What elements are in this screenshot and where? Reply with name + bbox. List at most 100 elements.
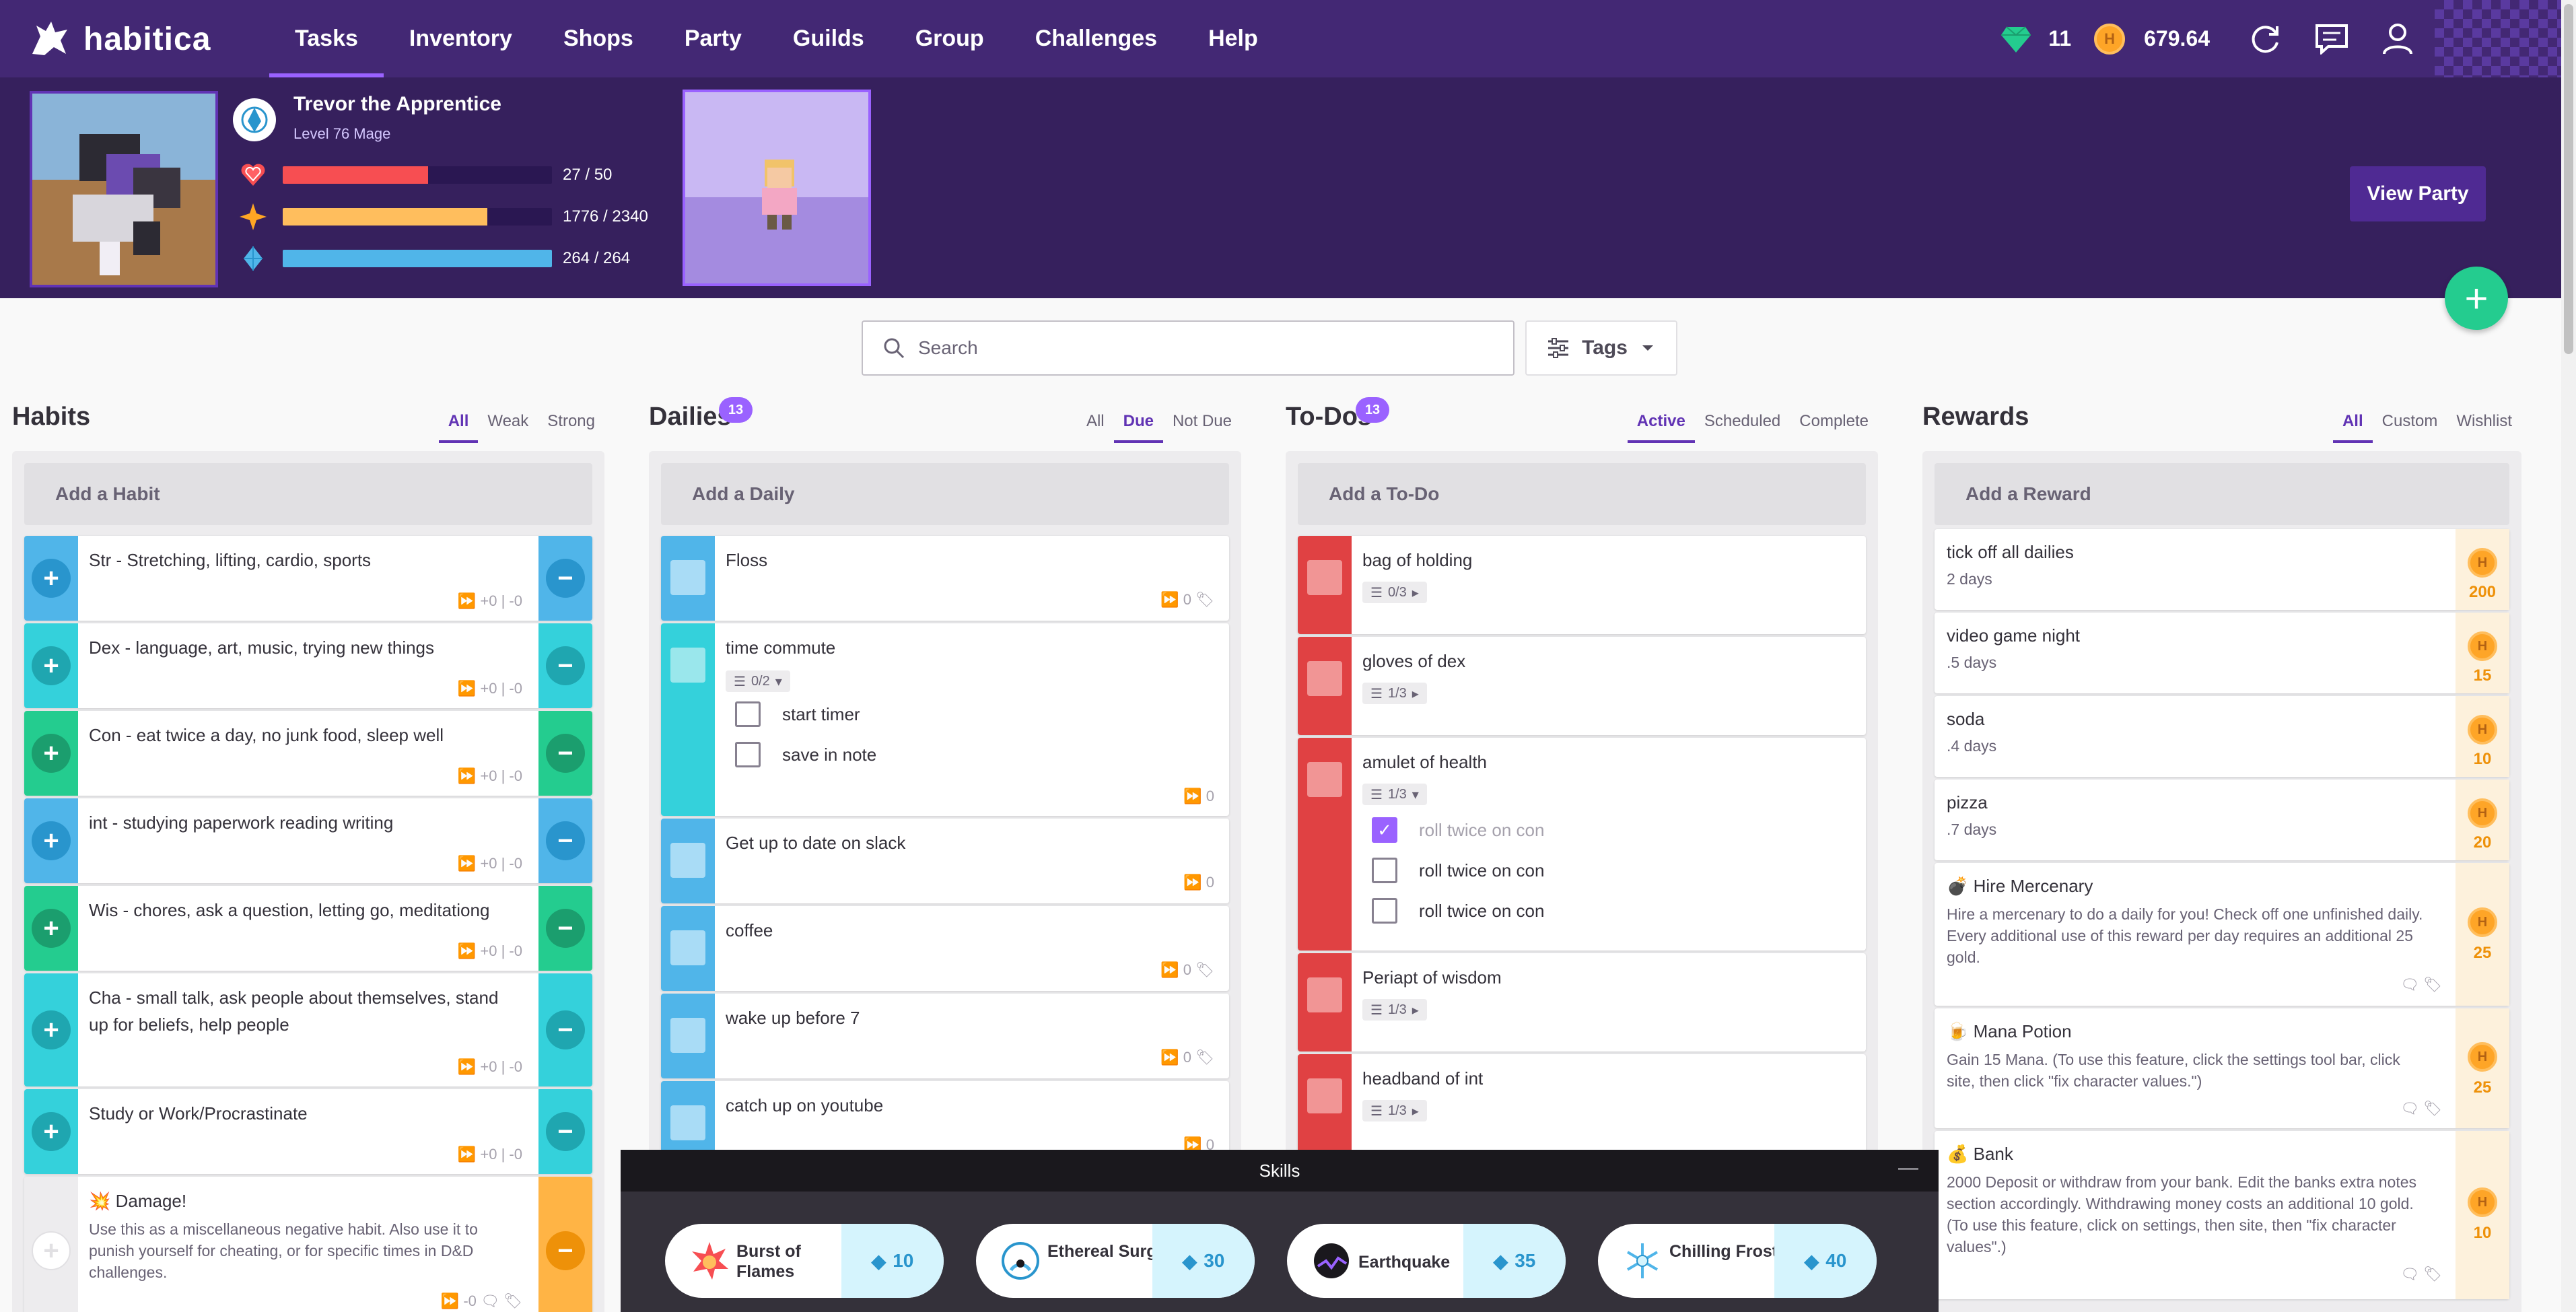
checkbox[interactable] [735, 701, 761, 727]
skill-chilling-frost[interactable]: Chilling Frost ◆ 40 [1598, 1224, 1877, 1298]
add-task-button[interactable]: + [2445, 267, 2508, 330]
daily-checkbox[interactable] [661, 819, 715, 903]
checklist-toggle[interactable]: ☰ 1/3 ▸ [1362, 1100, 1427, 1121]
reward-buy-button[interactable]: H 25 [2456, 863, 2509, 1006]
habit-item[interactable]: + 💥 Damage! Use this as a miscellaneous … [24, 1177, 592, 1312]
nav-challenges[interactable]: Challenges [1010, 0, 1183, 77]
habit-item[interactable]: + Study or Work/Procrastinate ⏩ +0 | -0 … [24, 1089, 592, 1174]
daily-item[interactable]: coffee ⏩ 0 🏷 [661, 906, 1229, 991]
rewards-filter-wishlist[interactable]: Wishlist [2447, 412, 2521, 443]
checklist-item[interactable]: ✓ roll twice on con [1372, 817, 1544, 843]
nav-shops[interactable]: Shops [538, 0, 659, 77]
nav-tasks[interactable]: Tasks [269, 0, 384, 77]
search-input[interactable]: Search [862, 320, 1515, 376]
checklist-item[interactable]: roll twice on con [1372, 858, 1544, 883]
todo-checkbox[interactable] [1298, 1054, 1352, 1152]
habits-filter-strong[interactable]: Strong [538, 412, 604, 443]
todo-checkbox[interactable] [1298, 637, 1352, 735]
minus-icon[interactable]: − [546, 559, 585, 598]
checkbox-checked[interactable]: ✓ [1372, 817, 1397, 843]
minus-icon[interactable]: − [546, 646, 585, 685]
daily-checkbox[interactable] [661, 536, 715, 621]
reward-buy-button[interactable]: H 20 [2456, 780, 2509, 860]
daily-checkbox[interactable] [661, 906, 715, 991]
minus-icon[interactable]: − [546, 734, 585, 773]
plus-icon[interactable]: + [32, 646, 71, 685]
reward-buy-button[interactable]: H 15 [2456, 613, 2509, 693]
user-avatar[interactable] [30, 91, 218, 287]
plus-icon[interactable]: + [32, 734, 71, 773]
checklist-toggle[interactable]: ☰ 0/3 ▸ [1362, 582, 1427, 603]
reward-item[interactable]: 🍺 Mana Potion Gain 15 Mana. (To use this… [1935, 1008, 2509, 1128]
todo-checkbox[interactable] [1298, 738, 1352, 951]
habit-minus-area[interactable]: − [538, 536, 592, 621]
checkbox[interactable] [1372, 858, 1397, 883]
habit-item[interactable]: + Str - Stretching, lifting, cardio, spo… [24, 536, 592, 621]
dailies-filter-all[interactable]: All [1077, 412, 1114, 443]
add-habit-input[interactable]: Add a Habit [24, 463, 592, 525]
habitica-logo[interactable]: habitica [27, 16, 211, 62]
habit-minus-area[interactable]: − [538, 886, 592, 971]
checklist-toggle[interactable]: ☰ 1/3 ▸ [1362, 683, 1427, 704]
checklist-toggle[interactable]: ☰ 0/2 ▾ [726, 670, 790, 692]
habit-item[interactable]: + Cha - small talk, ask people about the… [24, 973, 592, 1086]
daily-item[interactable]: Floss ⏩ 0 🏷 [661, 536, 1229, 621]
plus-icon[interactable]: + [32, 909, 71, 948]
reward-item[interactable]: video game night .5 days H 15 [1935, 613, 2509, 693]
habit-item[interactable]: + int - studying paperwork reading writi… [24, 798, 592, 883]
todo-item[interactable]: gloves of dex ☰ 1/3 ▸ [1298, 637, 1866, 735]
habit-minus-area[interactable]: − [538, 798, 592, 883]
habit-minus-area[interactable]: − [538, 973, 592, 1086]
plus-icon[interactable]: + [32, 1010, 71, 1049]
daily-checkbox[interactable] [661, 994, 715, 1078]
rewards-filter-custom[interactable]: Custom [2373, 412, 2447, 443]
habit-plus-area[interactable]: + [24, 1089, 78, 1174]
nav-help[interactable]: Help [1183, 0, 1284, 77]
todos-filter-scheduled[interactable]: Scheduled [1695, 412, 1790, 443]
minimize-icon[interactable]: — [1898, 1156, 1918, 1179]
minus-icon[interactable]: − [546, 1112, 585, 1151]
todos-filter-complete[interactable]: Complete [1790, 412, 1878, 443]
minus-icon[interactable]: − [546, 1231, 585, 1270]
habit-minus-area[interactable]: − [538, 1177, 592, 1312]
skills-drawer-header[interactable]: Skills — [621, 1150, 1939, 1192]
checklist-item[interactable]: save in note [735, 742, 876, 767]
checkbox[interactable] [1372, 898, 1397, 924]
daily-item[interactable]: Get up to date on slack ⏩ 0 [661, 819, 1229, 903]
reward-buy-button[interactable]: H 10 [2456, 1131, 2509, 1299]
todo-item[interactable]: Periapt of wisdom ☰ 1/3 ▸ [1298, 953, 1866, 1051]
nav-inventory[interactable]: Inventory [384, 0, 538, 77]
reward-item[interactable]: 💣 Hire Mercenary Hire a mercenary to do … [1935, 863, 2509, 1006]
rewards-filter-all[interactable]: All [2332, 412, 2373, 443]
dailies-filter-due[interactable]: Due [1113, 412, 1164, 443]
party-member-avatar[interactable] [683, 90, 871, 286]
nav-guilds[interactable]: Guilds [767, 0, 890, 77]
reward-item[interactable]: 💰 Bank 2000 Deposit or withdraw from you… [1935, 1131, 2509, 1299]
skill-ethereal-surge[interactable]: Ethereal Surge ◆ 30 [976, 1224, 1255, 1298]
habit-minus-area[interactable]: − [538, 711, 592, 796]
habit-item[interactable]: + Dex - language, art, music, trying new… [24, 623, 592, 708]
checklist-item[interactable]: start timer [735, 701, 860, 727]
habits-filter-all[interactable]: All [438, 412, 479, 443]
reward-item[interactable]: tick off all dailies 2 days H 200 [1935, 529, 2509, 610]
checklist-toggle[interactable]: ☰ 1/3 ▸ [1362, 999, 1427, 1021]
reward-item[interactable]: pizza .7 days H 20 [1935, 780, 2509, 860]
skill-burst-of-flames[interactable]: Burst of Flames ◆ 10 [665, 1224, 944, 1298]
reward-buy-button[interactable]: H 10 [2456, 696, 2509, 777]
daily-item[interactable]: time commute ☰ 0/2 ▾ start timer save in n… [661, 623, 1229, 816]
reward-buy-button[interactable]: H 25 [2456, 1008, 2509, 1128]
todo-checkbox[interactable] [1298, 953, 1352, 1051]
user-icon[interactable] [2378, 20, 2417, 59]
add-daily-input[interactable]: Add a Daily [661, 463, 1229, 525]
habit-item[interactable]: + Wis - chores, ask a question, letting … [24, 886, 592, 971]
nav-group[interactable]: Group [890, 0, 1010, 77]
checkbox[interactable] [735, 742, 761, 767]
add-todo-input[interactable]: Add a To-Do [1298, 463, 1866, 525]
nav-party[interactable]: Party [659, 0, 767, 77]
todos-filter-active[interactable]: Active [1627, 412, 1695, 443]
view-party-button[interactable]: View Party [2350, 166, 2486, 221]
habit-plus-area[interactable]: + [24, 711, 78, 796]
minus-icon[interactable]: − [546, 1010, 585, 1049]
sync-icon[interactable] [2246, 20, 2285, 59]
add-reward-input[interactable]: Add a Reward [1935, 463, 2509, 525]
